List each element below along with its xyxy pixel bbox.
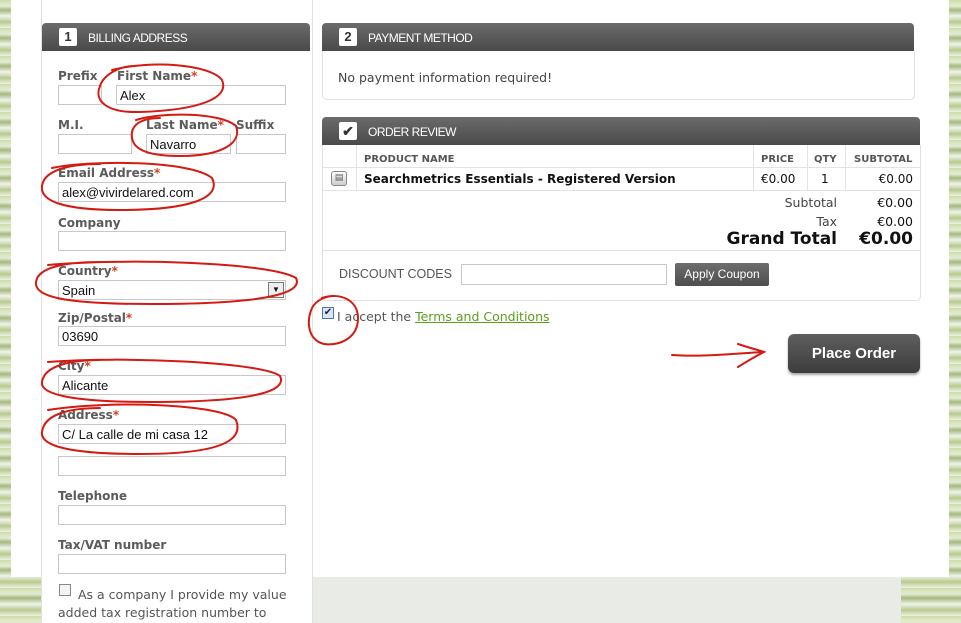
country-selected-value: Spain bbox=[62, 283, 96, 298]
order-review-header: ✔ ORDER REVIEW bbox=[322, 117, 920, 145]
apply-coupon-button[interactable]: Apply Coupon bbox=[675, 263, 769, 286]
order-table-header: PRODUCT NAME PRICE QTY SUBTOTAL bbox=[323, 145, 920, 167]
grand-total-value: €0.00 bbox=[859, 229, 913, 249]
table-row: ▤ Searchmetrics Essentials - Registered … bbox=[323, 167, 920, 190]
product-price: €0.00 bbox=[761, 172, 796, 186]
payment-method-panel: No payment information required! bbox=[322, 51, 915, 100]
checkmark-icon: ✔ bbox=[339, 122, 357, 140]
email-field[interactable]: alex@vivirdelared.com bbox=[58, 182, 286, 202]
address-line-1-input[interactable]: C/ La calle de mi casa 12 bbox=[58, 424, 286, 444]
vat-label: Tax/VAT number bbox=[58, 538, 167, 552]
billing-address-header: 1 BILLING ADDRESS bbox=[42, 23, 310, 51]
place-order-button[interactable]: Place Order bbox=[788, 334, 920, 373]
prefix-input[interactable] bbox=[58, 85, 102, 105]
address-label: Address* bbox=[58, 408, 120, 422]
order-review-title: ORDER REVIEW bbox=[368, 125, 457, 139]
address-line-2-input[interactable] bbox=[58, 456, 286, 476]
grand-total-label: Grand Total bbox=[726, 229, 837, 249]
city-input[interactable]: Alicante bbox=[58, 375, 286, 395]
discount-codes-label: DISCOUNT CODES bbox=[339, 267, 452, 281]
column-header-subtotal: SUBTOTAL bbox=[854, 154, 913, 165]
tax-label: Tax bbox=[816, 214, 837, 229]
column-header-price: PRICE bbox=[761, 154, 794, 165]
suffix-input[interactable] bbox=[236, 134, 286, 154]
middle-initial-input[interactable] bbox=[58, 134, 132, 154]
product-name: Searchmetrics Essentials - Registered Ve… bbox=[364, 172, 676, 186]
terms-text: I accept the Terms and Conditions bbox=[337, 309, 550, 324]
vat-company-checkbox[interactable] bbox=[59, 584, 71, 596]
chevron-down-icon[interactable]: ▼ bbox=[268, 282, 284, 298]
terms-checkbox[interactable]: ✔ bbox=[322, 307, 334, 319]
first-name-label: First Name* bbox=[117, 69, 198, 83]
product-qty: 1 bbox=[821, 172, 829, 186]
telephone-label: Telephone bbox=[58, 489, 128, 503]
vat-input[interactable] bbox=[58, 554, 286, 574]
first-name-input[interactable]: Alex bbox=[116, 85, 286, 105]
terms-link[interactable]: Terms and Conditions bbox=[415, 309, 549, 324]
prefix-label: Prefix bbox=[58, 69, 98, 83]
city-label: City* bbox=[58, 359, 91, 373]
step-number: 2 bbox=[339, 28, 357, 46]
middle-initial-label: M.I. bbox=[58, 118, 84, 132]
last-name-input[interactable]: Navarro bbox=[146, 134, 231, 154]
divider bbox=[323, 250, 920, 251]
company-label: Company bbox=[58, 216, 121, 230]
subtotal-label: Subtotal bbox=[784, 195, 837, 210]
subtotal-value: €0.00 bbox=[877, 195, 913, 210]
country-label: Country* bbox=[58, 264, 118, 278]
email-label: Email Address* bbox=[58, 166, 161, 180]
tax-value: €0.00 bbox=[877, 214, 913, 229]
step-number: 1 bbox=[59, 28, 77, 46]
vat-checkbox-text-1: As a company I provide my value bbox=[78, 587, 287, 602]
product-icon: ▤ bbox=[331, 171, 347, 186]
product-subtotal: €0.00 bbox=[878, 172, 913, 186]
vat-checkbox-text-2: added tax registration number to bbox=[58, 605, 267, 620]
billing-address-title: BILLING ADDRESS bbox=[88, 31, 188, 45]
telephone-input[interactable] bbox=[58, 505, 286, 525]
discount-code-input[interactable] bbox=[461, 264, 667, 285]
suffix-label: Suffix bbox=[236, 118, 275, 132]
terms-prefix: I accept the bbox=[337, 309, 412, 324]
column-header-qty: QTY bbox=[814, 154, 837, 165]
country-select[interactable]: Spain ▼ bbox=[58, 280, 286, 300]
payment-message: No payment information required! bbox=[338, 70, 553, 85]
company-input[interactable] bbox=[58, 231, 286, 251]
payment-method-header: 2 PAYMENT METHOD bbox=[322, 23, 914, 51]
zip-label: Zip/Postal* bbox=[58, 311, 133, 325]
column-header-product: PRODUCT NAME bbox=[364, 154, 455, 165]
zip-input[interactable]: 03690 bbox=[58, 326, 286, 346]
divider bbox=[323, 190, 920, 191]
last-name-label: Last Name* bbox=[146, 118, 224, 132]
payment-method-title: PAYMENT METHOD bbox=[368, 31, 473, 45]
